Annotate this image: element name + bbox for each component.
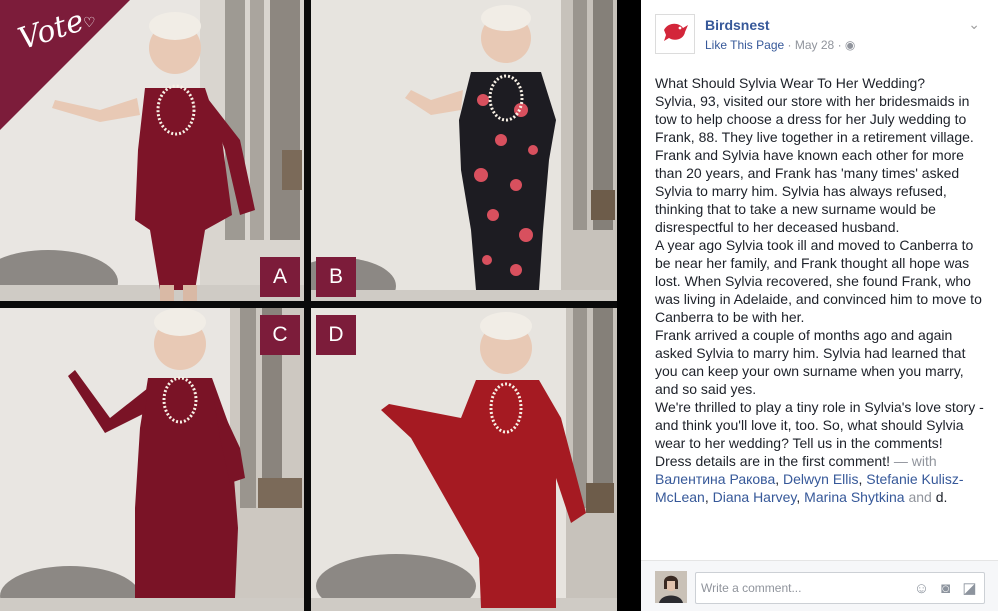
heart-icon: ♡ (83, 14, 96, 30)
page-avatar[interactable] (655, 14, 695, 54)
more-tagged-link[interactable]: d. (936, 489, 948, 505)
post-paragraph: What Should Sylvia Wear To Her Wedding? (655, 75, 926, 91)
post-sidebar: Birdsnest Like This Page · May 28 · ◉ ⌄ … (641, 0, 998, 611)
comment-box: ☺ ◙ ◪ (695, 572, 985, 604)
photo-option-c (0, 308, 304, 611)
option-a-label: A (260, 257, 300, 297)
comment-composer: ☺ ◙ ◪ (641, 560, 998, 611)
post-photo[interactable]: Vote ♡ A B C D (0, 0, 617, 611)
tagged-user[interactable]: Валентина Ракова (655, 471, 775, 487)
post-tags-line: Dress details are in the first comment! … (655, 453, 964, 505)
post-paragraph: Frank arrived a couple of months ago and… (655, 327, 966, 397)
photo-option-b (311, 0, 617, 301)
chevron-down-icon[interactable]: ⌄ (968, 16, 980, 33)
sticker-icon[interactable]: ◪ (961, 580, 978, 597)
photo-c-image (0, 308, 304, 611)
meta-separator-2: · (837, 38, 842, 52)
user-avatar[interactable] (655, 571, 687, 603)
like-page-link[interactable]: Like This Page (705, 38, 784, 52)
tagged-user[interactable]: Marina Shytkina (804, 489, 904, 505)
tagged-user[interactable]: Delwyn Ellis (783, 471, 858, 487)
option-d-label: D (316, 315, 356, 355)
photo-option-d (311, 308, 617, 611)
post-body: What Should Sylvia Wear To Her Wedding? … (655, 74, 989, 506)
emoji-icon[interactable]: ☺ (913, 580, 930, 597)
post-paragraph: A year ago Sylvia took ill and moved to … (655, 237, 982, 325)
photo-d-image (311, 308, 617, 611)
camera-icon[interactable]: ◙ (937, 580, 954, 597)
post-meta: Like This Page · May 28 · ◉ (705, 38, 855, 52)
comment-tools: ☺ ◙ ◪ (913, 580, 978, 597)
post-paragraph: We're thrilled to play a tiny role in Sy… (655, 399, 984, 451)
post-paragraph: Sylvia, 93, visited our store with her b… (655, 93, 974, 235)
globe-icon: ◉ (844, 38, 856, 52)
bird-logo-icon (664, 23, 688, 41)
photo-b-image (311, 0, 617, 301)
user-photo (655, 571, 687, 603)
with-label: — with (893, 453, 937, 469)
and-label: and (908, 489, 932, 505)
post-last-line: Dress details are in the first comment! (655, 453, 890, 469)
comment-input[interactable] (696, 573, 896, 603)
post-header: Birdsnest Like This Page · May 28 · ◉ ⌄ (655, 14, 988, 59)
post-date[interactable]: May 28 (795, 38, 834, 52)
option-b-label: B (316, 257, 356, 297)
tagged-user[interactable]: Diana Harvey (713, 489, 797, 505)
page-name-link[interactable]: Birdsnest (705, 17, 770, 33)
meta-separator: · (787, 38, 792, 52)
option-c-label: C (260, 315, 300, 355)
